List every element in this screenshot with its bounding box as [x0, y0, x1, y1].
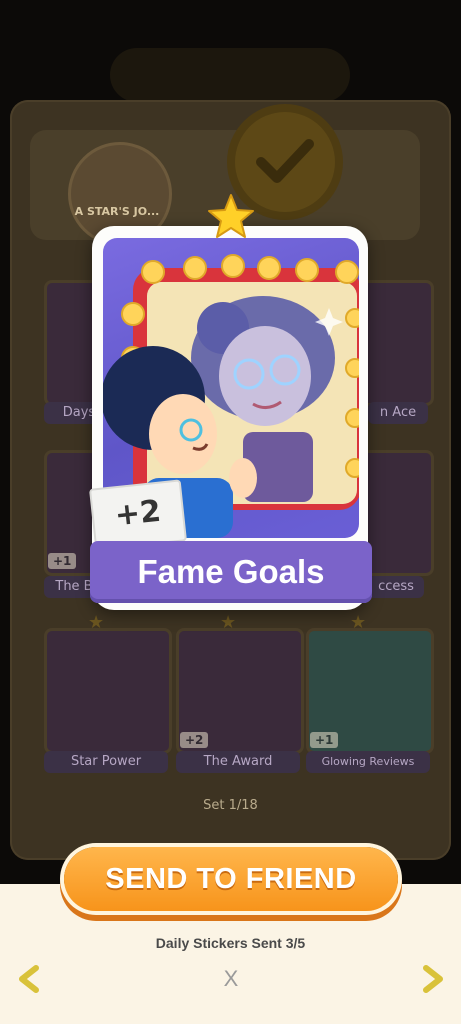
close-button[interactable]: X: [219, 966, 243, 992]
sticker-slot-label: The Award: [176, 751, 300, 773]
star-icon: [208, 194, 254, 238]
sticker-count-badge: +2: [180, 732, 209, 748]
sticker-name-banner: Fame Goals: [90, 541, 372, 603]
sticker-count-badge: +1: [48, 553, 77, 569]
sticker-slot-label: ccess: [368, 576, 424, 598]
sticker-count-badge: +1: [310, 732, 339, 748]
sticker-slot-label: Glowing Reviews: [306, 751, 430, 773]
chevron-left-icon[interactable]: [16, 964, 42, 994]
album-name: A STAR'S JO...: [74, 205, 160, 218]
daily-stickers-status: Daily Stickers Sent 3/5: [155, 935, 306, 951]
chevron-right-icon[interactable]: [420, 964, 446, 994]
sticker-slot-label: n Ace: [368, 402, 428, 424]
sticker-count-badge: +2: [89, 479, 187, 551]
sticker-slot[interactable]: [44, 628, 172, 754]
album-title-banner: [110, 48, 350, 102]
sticker-slot-label: Star Power: [44, 751, 168, 773]
check-icon: [256, 139, 314, 183]
set-counter: Set 1/18: [203, 798, 258, 813]
send-to-friend-button[interactable]: SEND TO FRIEND: [64, 847, 398, 911]
